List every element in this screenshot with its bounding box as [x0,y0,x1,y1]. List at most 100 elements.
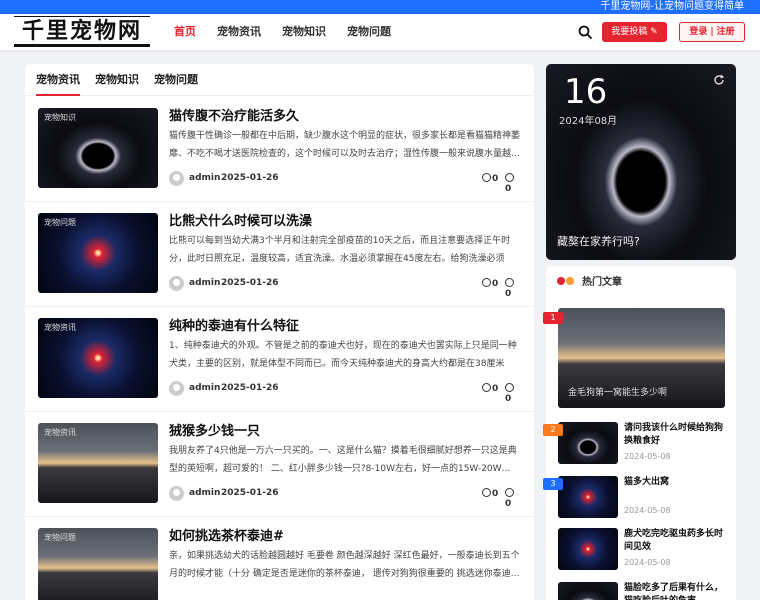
top-banner: 千里宠物网-让宠物问题变得简单 [0,0,760,14]
comments-count: 0 [505,278,521,299]
article-tag: 宠物知识 [44,113,76,122]
article-item[interactable]: 宠物问题 如何挑选茶杯泰迪# 亲，如果挑选幼犬的话脸越圆越好 毛要卷 颜色越深越… [25,517,534,600]
article-item[interactable]: 宠物问题 比熊犬什么时候可以洗澡 比熊可以每到当幼犬满3个半月和注射完全部疫苗的… [25,202,534,307]
eye-icon [482,278,491,287]
avatar [169,486,184,501]
rank-badge: 2 [543,424,563,436]
featured-post-card[interactable]: 16 2024年08月 藏獒在家养行吗? [546,64,736,260]
hot-article-thumbnail[interactable] [558,422,618,464]
article-excerpt: 1、纯种泰迪犬的外观。不管是之前的泰迪犬也好，现在的泰迪犬也罢实际上只是同一种犬… [169,341,517,369]
pencil-icon: ✎ [650,27,658,37]
article-meta: admin 2025-01-26 0 0 [169,381,521,404]
nav-home[interactable]: 首页 [174,14,196,50]
views-count: 0 [482,278,498,289]
article-list-panel: 宠物资讯 宠物知识 宠物问题 宠物知识 猫传腹不治疗能活多久 猫传腹干性确诊一般… [25,64,534,600]
auth-divider: | [710,27,714,37]
hot-article-item[interactable]: 猫多大出窝 2024-05-08 [558,476,728,520]
comment-icon [505,383,514,392]
hot-article-item[interactable]: 请问我该什么时候给狗狗换粮食好 2024-05-08 [558,422,728,466]
tab-pet-questions[interactable]: 宠物问题 [154,64,198,95]
comments-count: 0 [505,173,521,194]
hot-articles-panel: 热门文章 金毛狗第一窝能生多少啊 1 请问我该什么时候给狗狗换粮食好 2024-… [543,266,736,600]
refresh-icon[interactable] [713,74,725,86]
hot-article-date: 2024-05-08 [624,506,671,515]
comment-icon [505,488,514,497]
article-item[interactable]: 宠物资讯 狨猴多少钱一只 我朋友养了4只他是一万六一只买的。一、这是什么猫？摸着… [25,412,534,517]
rank-badge: 3 [543,478,563,490]
featured-title[interactable]: 藏獒在家养行吗? [557,233,640,249]
featured-day: 16 [564,72,608,112]
navbar: 千里宠物网 首页 宠物资讯 宠物知识 宠物问题 我要投稿 ✎ 登录 | 注册 [0,14,760,50]
article-item[interactable]: 宠物资讯 纯种的泰迪有什么特征 1、纯种泰迪犬的外观。不管是之前的泰迪犬也好，现… [25,307,534,412]
article-meta: admin 2025-01-26 0 0 [169,171,521,194]
article-author[interactable]: admin [189,488,220,498]
avatar [169,171,184,186]
hot-article-date: 2024-05-08 [624,558,671,567]
article-title[interactable]: 比熊犬什么时候可以洗澡 [169,210,312,229]
main-nav: 首页 宠物资讯 宠物知识 宠物问题 [174,14,412,50]
nav-pet-news[interactable]: 宠物资讯 [217,14,261,50]
eye-icon [482,173,491,182]
article-thumbnail[interactable]: 宠物问题 [38,528,158,600]
article-author[interactable]: admin [189,173,220,183]
article-title[interactable]: 猫传腹不治疗能活多久 [169,105,299,124]
avatar [169,276,184,291]
hot-article-title[interactable]: 猫脸吃多了后果有什么，猫吃脸后吐的危害 [624,582,728,600]
article-thumbnail[interactable]: 宠物资讯 [38,423,158,503]
eye-icon [482,383,491,392]
views-count: 0 [482,173,498,184]
hot-article-featured[interactable]: 金毛狗第一窝能生多少啊 [558,308,725,408]
article-title[interactable]: 狨猴多少钱一只 [169,420,260,439]
article-meta: admin 2025-01-26 0 0 [169,486,521,509]
comments-count: 0 [505,383,521,404]
nav-pet-knowledge[interactable]: 宠物知识 [282,14,326,50]
site-slogan: 千里宠物网-让宠物问题变得简单 [600,1,744,12]
nav-pet-questions[interactable]: 宠物问题 [347,14,391,50]
article-date: 2025-01-26 [221,278,279,288]
article-tag: 宠物资讯 [44,323,76,332]
article-author[interactable]: admin [189,383,220,393]
article-title[interactable]: 如何挑选茶杯泰迪# [169,525,284,544]
hot-article-date: 2024-05-08 [624,452,671,461]
tab-pet-news[interactable]: 宠物资讯 [36,64,80,96]
article-author[interactable]: admin [189,278,220,288]
hot-article-title[interactable]: 猫多大出窝 [624,476,728,489]
hot-article-title[interactable]: 鹿犬吃完吃驱虫药多长时间见效 [624,528,728,554]
submit-article-button[interactable]: 我要投稿 ✎ [602,22,667,42]
hot-article-thumbnail[interactable] [558,528,618,570]
featured-month: 2024年08月 [559,116,618,127]
article-thumbnail[interactable]: 宠物问题 [38,213,158,293]
hot-article-title[interactable]: 金毛狗第一窝能生多少啊 [568,385,667,398]
views-count: 0 [482,383,498,394]
hot-article-thumbnail[interactable] [558,582,618,600]
avatar [169,381,184,396]
comment-icon [505,278,514,287]
rank-badge: 1 [543,312,563,324]
article-thumbnail[interactable]: 宠物知识 [38,108,158,188]
login-link[interactable]: 登录 [689,27,707,37]
hot-article-item[interactable]: 猫脸吃多了后果有什么，猫吃脸后吐的危害 [558,582,728,600]
article-item[interactable]: 宠物知识 猫传腹不治疗能活多久 猫传腹干性确诊一般都在中后期，缺少腹水这个明显的… [25,97,534,202]
article-date: 2025-01-26 [221,173,279,183]
register-link[interactable]: 注册 [717,27,735,37]
article-date: 2025-01-26 [221,488,279,498]
comments-count: 0 [505,488,521,509]
category-tabs: 宠物资讯 宠物知识 宠物问题 [25,64,534,96]
article-date: 2025-01-26 [221,383,279,393]
site-logo[interactable]: 千里宠物网 [14,16,150,47]
article-tag: 宠物资讯 [44,428,76,437]
comment-icon [505,173,514,182]
views-count: 0 [482,488,498,499]
article-tag: 宠物问题 [44,218,76,227]
hot-article-title[interactable]: 请问我该什么时候给狗狗换粮食好 [624,422,728,448]
article-title[interactable]: 纯种的泰迪有什么特征 [169,315,299,334]
orange-dot-icon [566,277,574,285]
article-excerpt: 猫传腹干性确诊一般都在中后期，缺少腹水这个明显的症状，很多家长都是看猫猫精神萎靡… [169,131,521,159]
red-dot-icon [557,277,565,285]
tab-pet-knowledge[interactable]: 宠物知识 [95,64,139,95]
hot-article-thumbnail[interactable] [558,476,618,518]
article-tag: 宠物问题 [44,533,76,542]
article-thumbnail[interactable]: 宠物资讯 [38,318,158,398]
hot-article-item[interactable]: 鹿犬吃完吃驱虫药多长时间见效 2024-05-08 [558,528,728,572]
search-icon[interactable] [578,25,592,39]
